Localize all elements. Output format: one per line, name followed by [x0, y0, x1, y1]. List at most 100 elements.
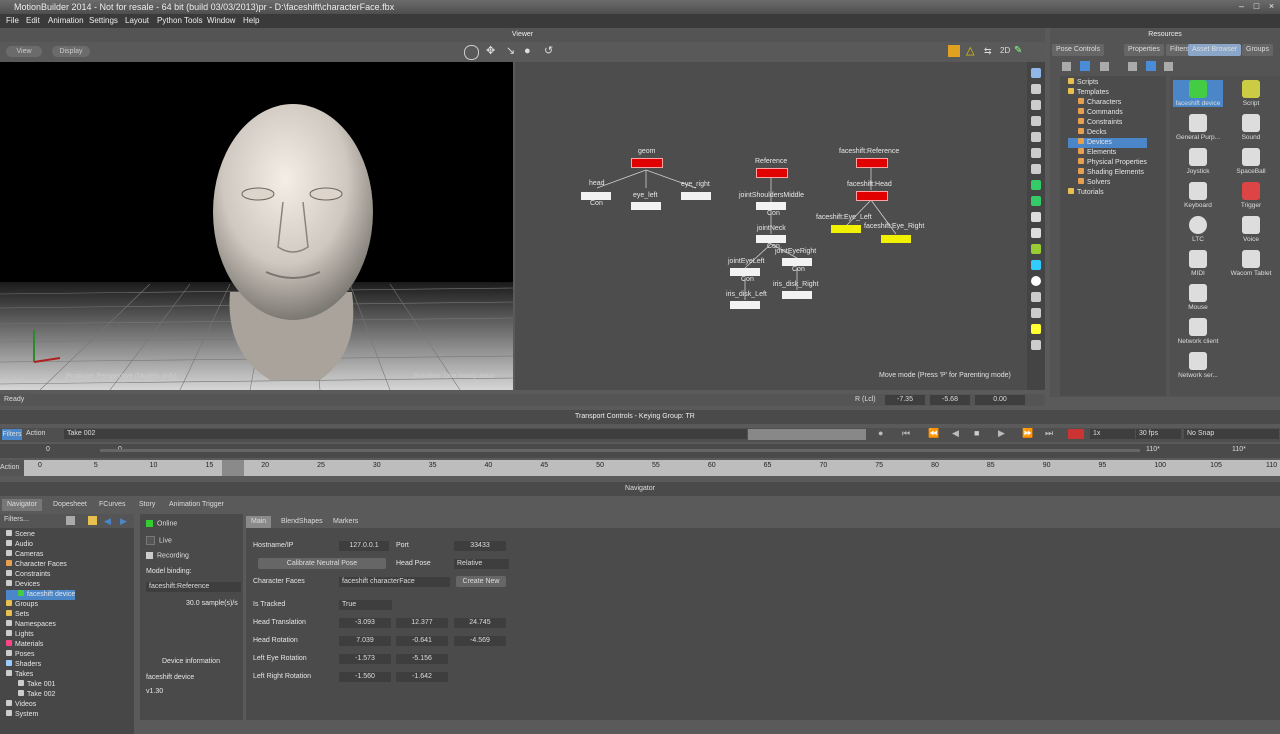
tab-blendshapes[interactable]: BlendShapes: [276, 516, 328, 528]
right-eye-y[interactable]: -1.642: [396, 672, 448, 682]
asset-spaceball[interactable]: SpaceBall: [1226, 148, 1276, 175]
coord-z-field[interactable]: 0.00: [975, 395, 1025, 405]
online-row[interactable]: Online: [146, 520, 177, 527]
asset-faceshift-device[interactable]: faceshift device: [1173, 80, 1223, 107]
menu-help[interactable]: Help: [243, 16, 259, 25]
folder-icon[interactable]: [88, 516, 97, 525]
marker-icon[interactable]: [1031, 340, 1041, 350]
tree-item-templates[interactable]: Templates: [1068, 88, 1147, 98]
navigator-tree-item[interactable]: Videos: [6, 700, 75, 710]
range-end-2[interactable]: 110*: [1232, 446, 1246, 453]
navigator-tree-item[interactable]: Takes: [6, 670, 75, 680]
schematic-tool-icon[interactable]: [948, 45, 960, 57]
play-back-icon[interactable]: ◀: [952, 428, 959, 439]
pivot-tool-icon[interactable]: [1031, 148, 1041, 158]
navigator-tree-item[interactable]: Shaders: [6, 660, 75, 670]
close-button[interactable]: ×: [1265, 1, 1278, 12]
tree-item-solvers[interactable]: Solvers: [1068, 178, 1147, 188]
thumb-view-icon[interactable]: [1164, 62, 1173, 71]
record-icon[interactable]: ●: [878, 428, 883, 438]
coord-x-field[interactable]: -7.35: [885, 395, 925, 405]
asset-trigger[interactable]: Trigger: [1226, 182, 1276, 209]
timeline-cursor[interactable]: [222, 460, 244, 476]
fps-selector[interactable]: 30 fps: [1136, 429, 1181, 439]
brush-icon[interactable]: ✎: [1014, 45, 1026, 57]
tree-item-characters[interactable]: Characters: [1068, 98, 1147, 108]
character-tool-icon[interactable]: [1031, 180, 1041, 190]
forward-arrow-icon[interactable]: ▶: [120, 516, 127, 527]
navigator-tree-item[interactable]: faceshift device: [6, 590, 76, 600]
schematic-node[interactable]: [856, 158, 888, 168]
left-eye-x[interactable]: -1.573: [339, 654, 391, 664]
schematic-node[interactable]: [756, 235, 786, 243]
back-icon[interactable]: [1062, 62, 1071, 71]
model-binding-dropdown[interactable]: faceshift:Reference: [146, 582, 241, 592]
schematic-node[interactable]: [756, 168, 788, 178]
menu-python-tools[interactable]: Python Tools: [157, 16, 203, 25]
live-row[interactable]: Live: [146, 536, 172, 545]
curve-tool-icon[interactable]: [1031, 244, 1041, 254]
menu-animation[interactable]: Animation: [48, 16, 84, 25]
move-manipulator-icon[interactable]: [464, 45, 479, 60]
schematic-view[interactable]: geom head Con eye_left eye_right Referen…: [515, 62, 1027, 390]
menu-settings[interactable]: Settings: [89, 16, 118, 25]
schematic-node[interactable]: [681, 192, 711, 200]
schematic-node[interactable]: [631, 158, 663, 168]
asset-sound[interactable]: Sound: [1226, 114, 1276, 141]
3d-viewport[interactable]: Producer Perspective (Models only) Rotat…: [0, 62, 513, 390]
tree-item-shading-elements[interactable]: Shading Elements: [1068, 168, 1147, 178]
asset-network-server[interactable]: Network ser...: [1173, 352, 1223, 379]
tab-dopesheet[interactable]: Dopesheet: [48, 499, 92, 511]
head-pose-dropdown[interactable]: Relative: [454, 559, 509, 569]
calibrate-button[interactable]: Calibrate Neutral Pose: [258, 558, 386, 569]
scale-tool-icon[interactable]: [1031, 84, 1041, 94]
navigator-tree-item[interactable]: Lights: [6, 630, 75, 640]
joint-tool-icon[interactable]: [1031, 292, 1041, 302]
key-buttons[interactable]: [748, 429, 866, 440]
details-view-icon[interactable]: [1128, 62, 1137, 71]
menu-window[interactable]: Window: [207, 16, 235, 25]
tab-story[interactable]: Story: [134, 499, 161, 511]
tab-pose-controls[interactable]: Pose Controls: [1052, 44, 1104, 56]
navigator-tree-item[interactable]: Devices: [6, 580, 75, 590]
tab-navigator[interactable]: Navigator: [2, 499, 42, 511]
asset-network-client[interactable]: Network client: [1173, 318, 1223, 345]
right-eye-x[interactable]: -1.560: [339, 672, 391, 682]
rotate-tool-icon[interactable]: [1031, 116, 1041, 126]
range-end[interactable]: 110*: [1146, 446, 1160, 453]
character-face-dropdown[interactable]: faceshift characterFace: [339, 577, 450, 587]
range-slider[interactable]: [100, 449, 1140, 452]
coord-y-field[interactable]: -5.68: [930, 395, 970, 405]
menu-edit[interactable]: Edit: [26, 16, 40, 25]
prev-key-icon[interactable]: ⏪: [928, 428, 939, 439]
tree-item-devices[interactable]: Devices: [1068, 138, 1147, 148]
navigator-tree-item[interactable]: Character Faces: [6, 560, 75, 570]
tab-main[interactable]: Main: [246, 516, 272, 528]
tree-item-decks[interactable]: Decks: [1068, 128, 1147, 138]
loop-icon[interactable]: [1068, 429, 1084, 439]
take-selector[interactable]: Take 002: [64, 429, 747, 439]
navigator-tree-item[interactable]: Sets: [6, 610, 75, 620]
menu-file[interactable]: File: [6, 16, 19, 25]
maximize-button[interactable]: □: [1250, 1, 1263, 12]
icon-view-icon[interactable]: [1146, 61, 1156, 71]
schematic-node[interactable]: [782, 291, 812, 299]
filters-dropdown[interactable]: Filters...: [4, 516, 29, 523]
minimize-button[interactable]: –: [1235, 1, 1248, 12]
zoom-icon[interactable]: ●: [524, 45, 537, 58]
schematic-node[interactable]: [730, 301, 760, 309]
tree-layout-icon[interactable]: △: [966, 45, 978, 57]
timeline[interactable]: Action 0 5 10 15 20 25 30 35 40 45 50 55 60 65 70 75 80 8…: [0, 460, 1280, 476]
schematic-node[interactable]: [730, 268, 760, 276]
range-start[interactable]: 0: [46, 446, 50, 453]
navigator-tree-item[interactable]: Poses: [6, 650, 75, 660]
camera-tool-icon[interactable]: [1031, 132, 1041, 142]
action-dropdown[interactable]: Action: [26, 430, 45, 437]
schematic-node[interactable]: [756, 202, 786, 210]
speed-selector[interactable]: 1x: [1090, 429, 1135, 439]
tree-item-physical-properties[interactable]: Physical Properties: [1068, 158, 1147, 168]
filters-button[interactable]: Filters: [2, 429, 22, 440]
tab-fcurves[interactable]: FCurves: [94, 499, 131, 511]
view-button[interactable]: View: [6, 46, 42, 57]
left-eye-y[interactable]: -5.156: [396, 654, 448, 664]
